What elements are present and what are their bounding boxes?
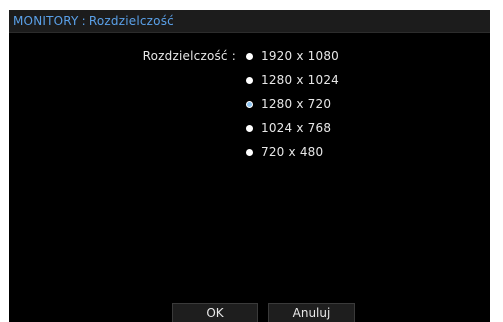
option-label: 1024 x 768: [261, 121, 332, 135]
title-app: MONITORY: [13, 14, 79, 28]
resolution-option-720x480[interactable]: 720 x 480: [246, 144, 339, 160]
option-label: 1280 x 720: [261, 97, 332, 111]
option-label: 1280 x 1024: [261, 73, 340, 87]
option-label: 1920 x 1080: [261, 49, 340, 63]
monitor-settings-window: MONITORY: Rozdzielczość Rozdzielczość : 1…: [9, 10, 490, 322]
radio-button-icon[interactable]: [246, 52, 253, 60]
radio-button-icon[interactable]: [246, 124, 253, 132]
resolution-option-1024x768[interactable]: 1024 x 768: [246, 120, 339, 136]
option-label: 720 x 480: [261, 145, 324, 159]
ok-button[interactable]: OK: [172, 303, 258, 322]
resolution-label: Rozdzielczość :: [142, 49, 236, 63]
title-page: Rozdzielczość: [88, 14, 174, 28]
radio-button-selected-icon[interactable]: [246, 100, 253, 108]
radio-button-icon[interactable]: [246, 148, 253, 156]
resolution-option-1920x1080[interactable]: 1920 x 1080: [246, 48, 339, 64]
resolution-option-1280x720[interactable]: 1280 x 720: [246, 96, 339, 112]
title-separator: :: [81, 14, 86, 28]
title-bar: MONITORY: Rozdzielczość: [9, 10, 490, 33]
resolution-option-1280x1024[interactable]: 1280 x 1024: [246, 72, 339, 88]
radio-button-icon[interactable]: [246, 76, 253, 84]
cancel-button[interactable]: Anuluj: [268, 303, 355, 322]
resolution-options: 1920 x 1080 1280 x 1024 1280 x 720 1024 …: [246, 48, 339, 168]
